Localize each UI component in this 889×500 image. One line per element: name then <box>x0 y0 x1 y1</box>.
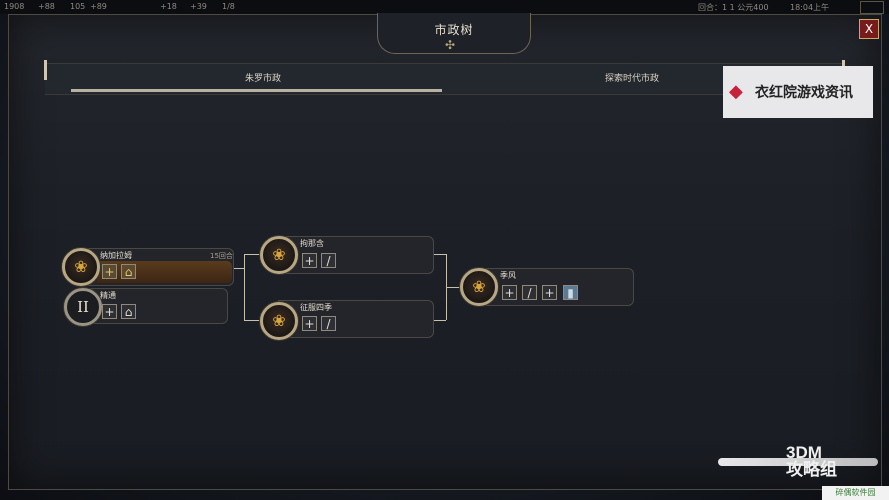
connector-line <box>244 254 245 320</box>
watermark-site: 碎偶软件园 <box>822 486 889 500</box>
plus-chip-icon[interactable]: + <box>302 316 317 331</box>
connector-line <box>432 320 446 321</box>
resource-value: +39 <box>190 2 207 11</box>
building-chip-icon[interactable]: ⌂ <box>121 264 136 279</box>
fleur-ornament-icon: ✣ <box>445 38 456 52</box>
connector-line <box>244 320 260 321</box>
tab-exploration-civics[interactable]: 探索时代市政 <box>605 71 659 84</box>
connector-line <box>446 287 460 288</box>
kite-logo-icon: ◆ <box>729 81 743 102</box>
quill-chip-icon[interactable]: / <box>321 316 336 331</box>
watermark-3dm-logo: 3DM 攻略组 <box>786 443 837 479</box>
tab-chola-civics[interactable]: 朱罗市政 <box>245 71 281 84</box>
turn-label: 回合：1 1 公元400 <box>698 3 769 12</box>
resource-value: +18 <box>160 2 177 11</box>
civic-name: 纳加拉姆 <box>100 251 132 260</box>
quill-chip-icon[interactable]: / <box>522 285 537 300</box>
plus-chip-icon[interactable]: + <box>302 253 317 268</box>
watermark-panel: ◆ 衣红院游戏资讯 <box>723 66 873 118</box>
connector-line <box>244 254 260 255</box>
civic-turns: 15回合 <box>210 252 233 260</box>
quill-chip-icon[interactable]: / <box>321 253 336 268</box>
card-chip-icon[interactable]: ▮ <box>563 285 578 300</box>
window-title: 市政树 <box>434 23 474 37</box>
resource-value: 1908 <box>4 2 25 11</box>
status-bar: 1908 +88 105 +89 +18 +39 1/8 回合：1 1 公元40… <box>0 0 889 14</box>
resource-value: +89 <box>90 2 107 11</box>
roman-numeral-two-icon: II <box>64 288 102 326</box>
tab-strip-cap <box>44 60 47 80</box>
resource-value: 1/8 <box>222 2 235 11</box>
lotus-medal-icon: ❀ <box>260 236 298 274</box>
watermark-brand: 衣红院游戏资讯 <box>755 85 853 101</box>
lotus-medal-icon: ❀ <box>62 248 100 286</box>
lotus-medal-icon: ❀ <box>460 268 498 306</box>
building-chip-icon[interactable]: ⌂ <box>121 304 136 319</box>
resource-value: +88 <box>38 2 55 11</box>
civic-name: 精通 <box>100 291 116 300</box>
plus-chip-icon[interactable]: + <box>102 304 117 319</box>
civic-name: 季风 <box>500 271 516 280</box>
close-button[interactable]: X <box>859 19 879 39</box>
title-plate: 市政树 ✣ <box>377 13 531 54</box>
plus-chip-icon[interactable]: + <box>502 285 517 300</box>
active-tab-indicator <box>71 89 442 92</box>
menu-icon[interactable] <box>860 1 884 14</box>
civic-progress-fill <box>97 261 232 283</box>
plus-chip-icon[interactable]: + <box>542 285 557 300</box>
civic-name: 征服四季 <box>300 303 332 312</box>
plus-chip-icon[interactable]: + <box>102 264 117 279</box>
connector-line <box>432 254 446 255</box>
clock: 18:04上午 <box>790 3 830 12</box>
resource-value: 105 <box>70 2 86 11</box>
civic-name: 拘那含 <box>300 239 324 248</box>
lotus-medal-icon: ❀ <box>260 302 298 340</box>
